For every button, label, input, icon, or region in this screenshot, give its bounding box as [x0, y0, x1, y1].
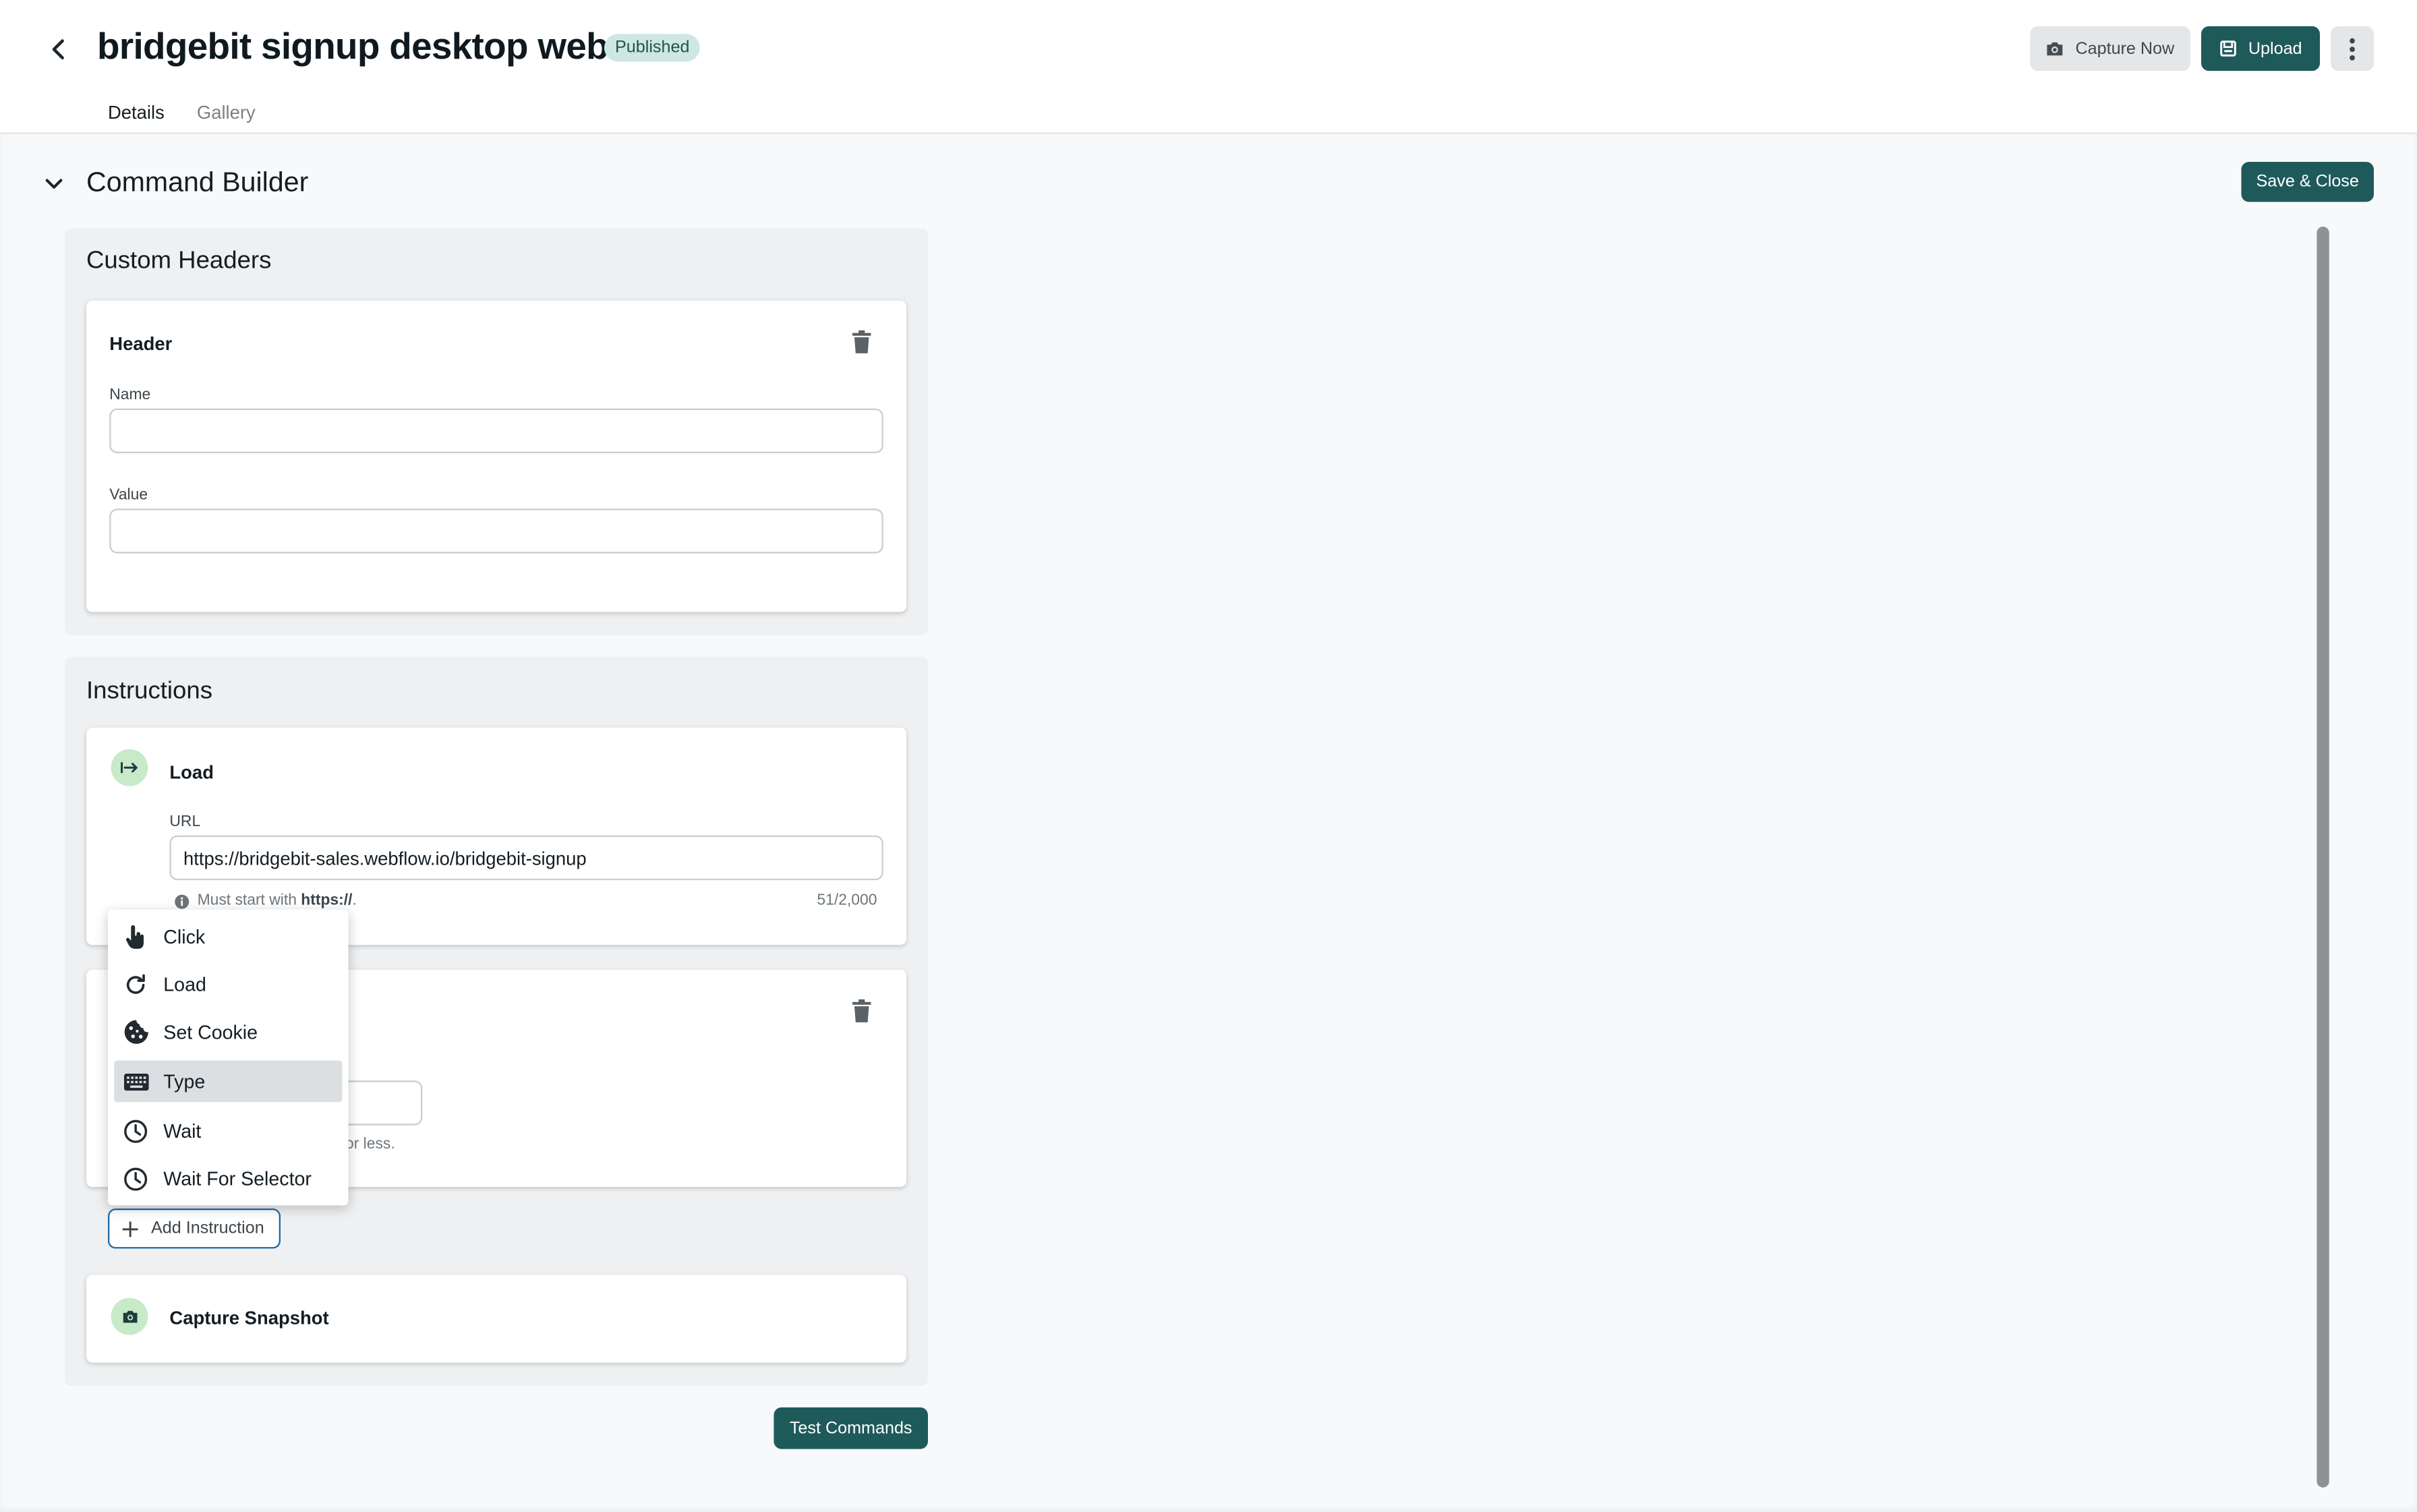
add-instruction-label: Add Instruction [150, 1219, 264, 1238]
help-bold: https:// [301, 892, 353, 910]
status-badge: Published [604, 34, 701, 62]
keyboard-icon [122, 1068, 150, 1095]
camera-icon [122, 1310, 137, 1323]
instructions-title: Instructions [86, 678, 212, 705]
test-commands-button[interactable]: Test Commands [774, 1407, 928, 1449]
info-icon [175, 894, 190, 909]
instruction-type-menu: Click Load Set Cookie Type Wait Wait For… [107, 909, 349, 1206]
plus-icon [122, 1221, 138, 1237]
menu-item-label: Load [163, 973, 206, 995]
chevron-left-icon [52, 39, 64, 59]
more-options-button[interactable] [2330, 26, 2374, 71]
section-title: Command Builder [86, 166, 309, 198]
url-char-count: 51/2,000 [817, 892, 877, 910]
clock-icon [122, 1165, 150, 1192]
tab-gallery[interactable]: Gallery [197, 100, 256, 125]
custom-headers-panel: Custom Headers Header Name Value [64, 228, 928, 635]
tab-details[interactable]: Details [108, 100, 165, 125]
custom-headers-title: Custom Headers [86, 248, 272, 274]
capture-now-label: Capture Now [2075, 39, 2175, 58]
menu-item-click[interactable]: Click [114, 916, 342, 958]
capture-now-button[interactable]: Capture Now [2030, 26, 2190, 71]
menu-item-label: Click [163, 925, 206, 948]
capture-snapshot-title: Capture Snapshot [169, 1307, 329, 1329]
trash-icon[interactable] [851, 330, 873, 355]
menu-item-load[interactable]: Load [114, 964, 342, 1006]
arrow-to-right-icon [121, 762, 138, 774]
save-close-button[interactable]: Save & Close [2241, 161, 2374, 202]
load-step-badge [111, 749, 148, 786]
scrollbar[interactable] [2317, 226, 2329, 1488]
clock-icon [122, 1117, 150, 1144]
load-card-title: Load [169, 761, 214, 784]
upload-label: Upload [2248, 39, 2302, 58]
camera-icon [2047, 42, 2064, 56]
menu-item-set-cookie[interactable]: Set Cookie [114, 1011, 342, 1053]
top-bar: bridgebit signup desktop web Published C… [0, 0, 2417, 133]
instruction-help-text: or less. [345, 1136, 395, 1153]
capture-snapshot-card: Capture Snapshot [86, 1275, 906, 1363]
help-prefix: Must start with [197, 892, 297, 910]
url-label: URL [169, 813, 201, 831]
reload-icon [122, 970, 150, 998]
url-help-text: Must start with https://. [174, 892, 357, 910]
menu-item-label: Wait [163, 1120, 202, 1142]
back-button[interactable] [40, 31, 77, 68]
page-title: bridgebit signup desktop web [96, 26, 609, 68]
help-suffix: . [352, 892, 357, 910]
menu-item-label: Type [163, 1070, 206, 1093]
header-value-input[interactable] [109, 508, 883, 554]
trash-icon[interactable] [851, 999, 873, 1024]
menu-item-wait[interactable]: Wait [114, 1110, 342, 1152]
value-label: Value [109, 487, 148, 504]
upload-button[interactable]: Upload [2201, 26, 2320, 71]
pointer-hand-icon [122, 923, 150, 950]
name-label: Name [109, 386, 151, 404]
command-builder-section: Command Builder Save & Close Custom Head… [0, 132, 2417, 1512]
menu-item-label: Wait For Selector [163, 1167, 312, 1190]
tab-bar: Details Gallery [108, 100, 256, 125]
header-card: Header Name Value [86, 300, 906, 612]
add-instruction-button[interactable]: Add Instruction [107, 1208, 281, 1249]
header-name-input[interactable] [109, 408, 883, 453]
more-vertical-icon [2350, 37, 2355, 60]
snapshot-step-badge [111, 1298, 148, 1335]
menu-item-type[interactable]: Type [114, 1060, 343, 1103]
chevron-down-icon[interactable] [42, 171, 67, 196]
menu-item-label: Set Cookie [163, 1021, 258, 1043]
url-input[interactable] [169, 835, 883, 881]
upload-icon [2219, 40, 2236, 57]
menu-item-wait-for-selector[interactable]: Wait For Selector [114, 1158, 342, 1200]
cookie-icon [122, 1018, 150, 1046]
header-card-title: Header [109, 332, 173, 355]
